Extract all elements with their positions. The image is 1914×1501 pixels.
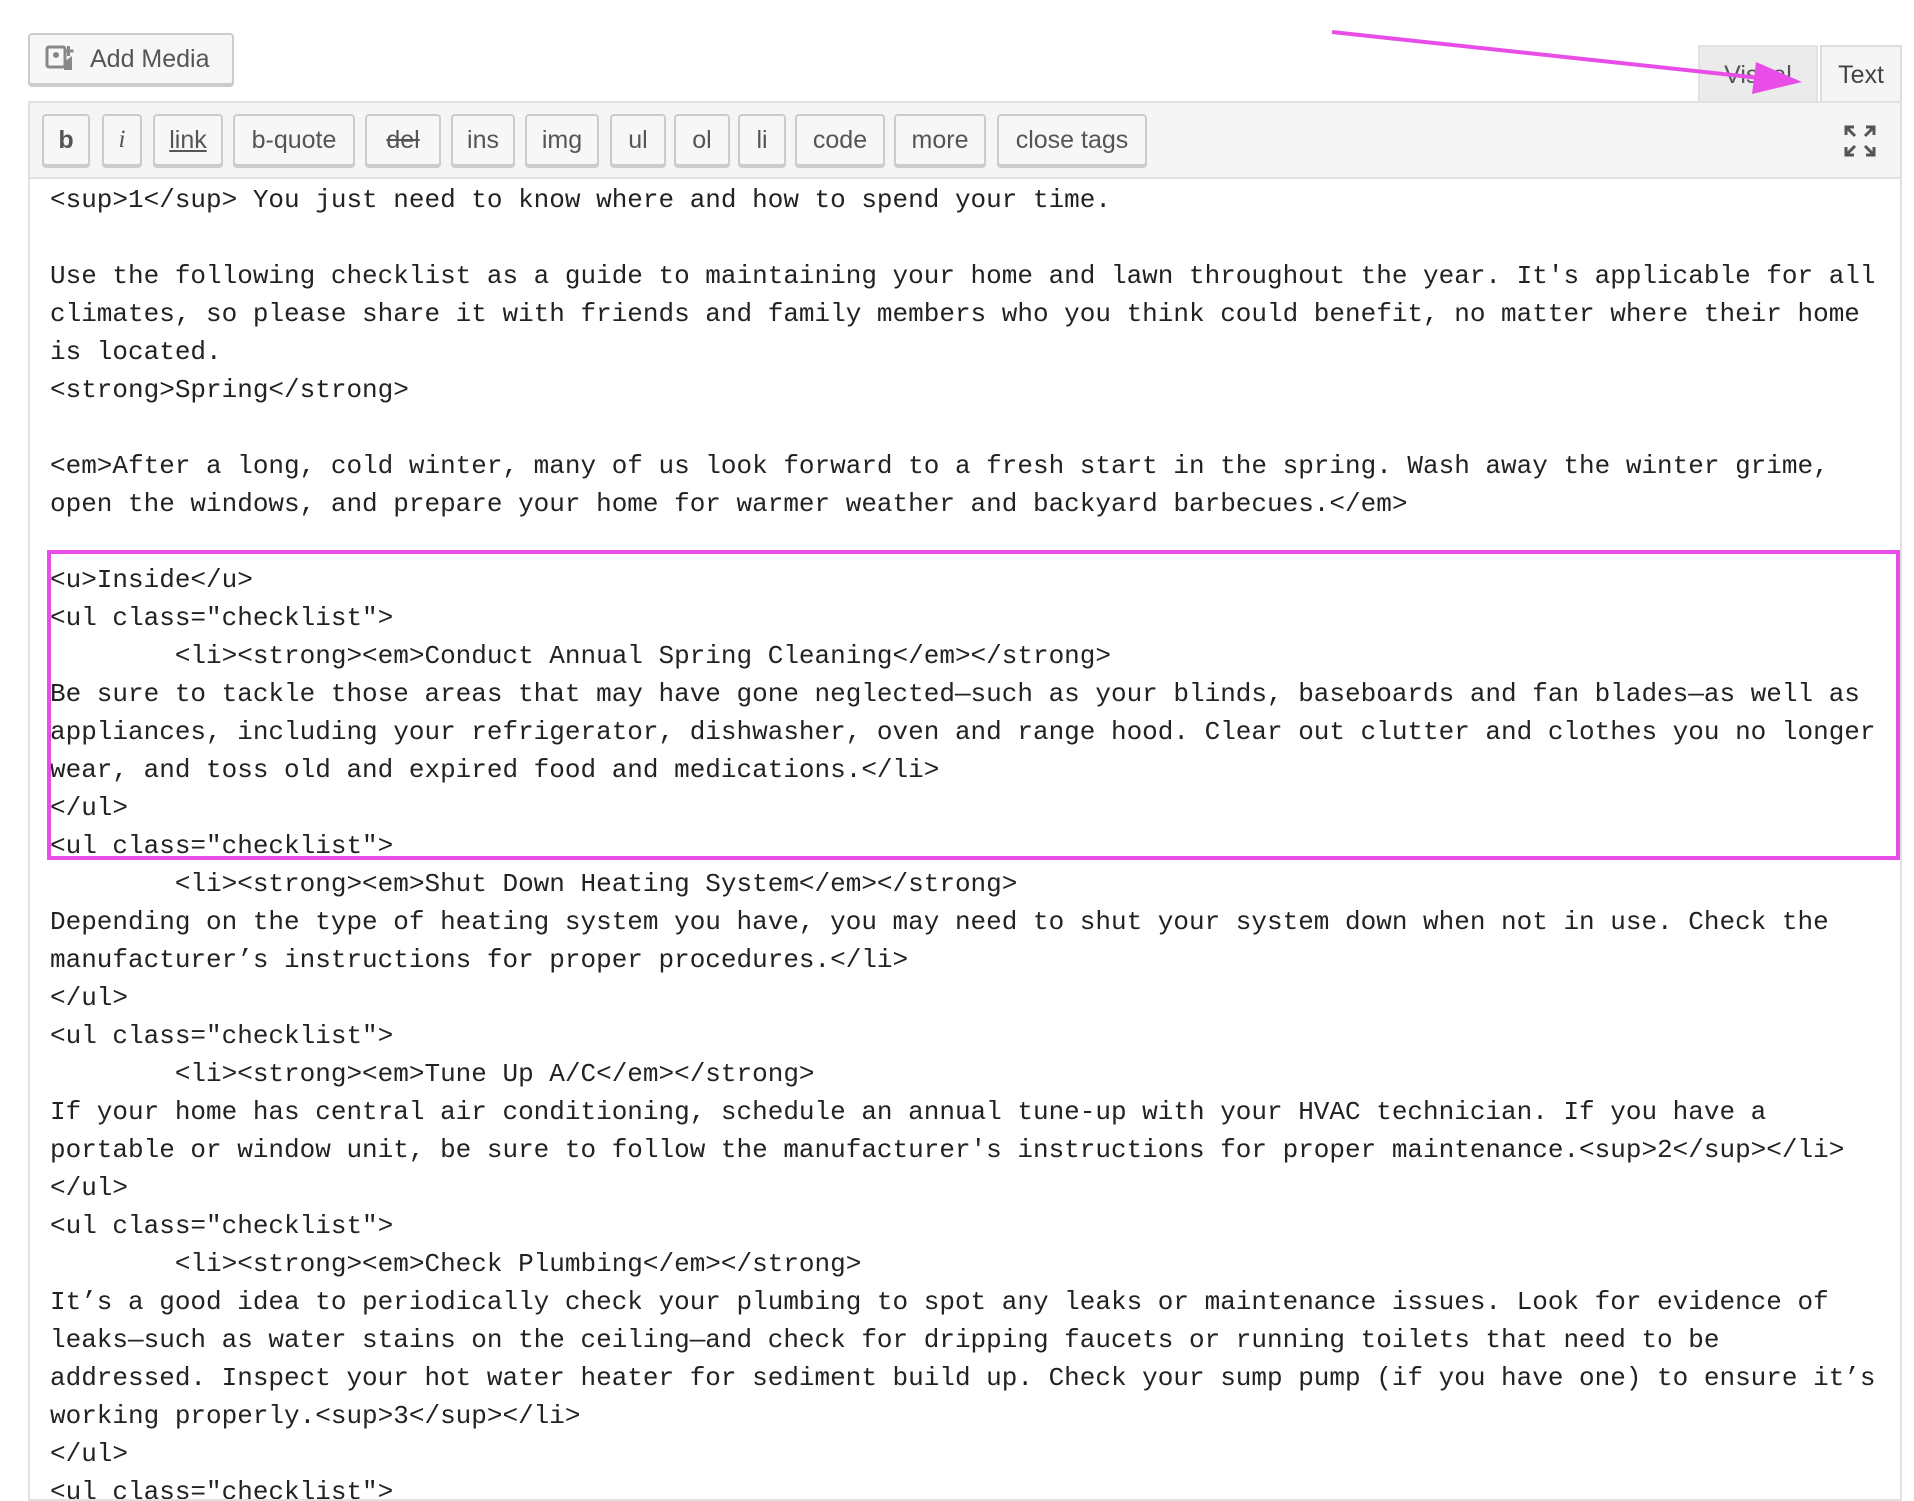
qt-link-button[interactable]: link xyxy=(153,114,223,166)
code-line: leaks—such as water stains on the ceilin… xyxy=(50,1325,1720,1355)
qt-code-label: code xyxy=(812,125,868,154)
code-line: <ul class="checklist"> xyxy=(50,1021,394,1051)
code-line: Use the following checklist as a guide t… xyxy=(50,261,1876,291)
qt-img-button[interactable]: img xyxy=(525,114,599,166)
code-line: climates, so please share it with friend… xyxy=(50,299,1860,329)
qt-li-label: li xyxy=(756,125,768,154)
qt-ins-label: ins xyxy=(467,125,499,154)
qt-italic-button[interactable]: i xyxy=(102,114,142,166)
tab-visual[interactable]: Visual xyxy=(1698,45,1818,103)
code-line: <ul class="checklist"> xyxy=(50,1211,394,1241)
qt-del-label: del xyxy=(386,125,420,154)
tab-text-label: Text xyxy=(1838,60,1884,89)
code-line: </ul> xyxy=(50,1439,129,1469)
tab-text[interactable]: Text xyxy=(1820,45,1902,103)
code-line: <sup>1</sup> You just need to know where… xyxy=(50,185,1111,215)
qt-ul-button[interactable]: ul xyxy=(610,114,666,166)
tab-visual-label: Visual xyxy=(1724,60,1792,89)
code-line: working properly.<sup>3</sup></li> xyxy=(50,1401,581,1431)
code-line: <ul class="checklist"> xyxy=(50,1477,394,1499)
code-line: <ul class="checklist"> xyxy=(50,603,394,633)
code-line: </ul> xyxy=(50,983,129,1013)
code-line: <li><strong><em>Tune Up A/C</em></strong… xyxy=(50,1059,815,1089)
code-line: <li><strong><em>Check Plumbing</em></str… xyxy=(50,1249,862,1279)
qt-link-label: link xyxy=(169,125,207,154)
code-line: It’s a good idea to periodically check y… xyxy=(50,1287,1829,1317)
qt-blockquote-button[interactable]: b-quote xyxy=(233,114,355,166)
code-line: If your home has central air conditionin… xyxy=(50,1097,1767,1127)
qt-close-tags-label: close tags xyxy=(1015,125,1129,154)
qt-ins-button[interactable]: ins xyxy=(451,114,515,166)
add-media-button[interactable]: Add Media xyxy=(28,33,234,85)
qt-italic-label: i xyxy=(118,126,126,153)
qt-bold-label: b xyxy=(58,125,74,154)
add-media-icon xyxy=(44,44,78,74)
code-textarea[interactable]: <sup>1</sup> You just need to know where… xyxy=(50,181,1880,1499)
quicktags-toolbar: b i link b-quote del ins img ul ol li co… xyxy=(30,103,1900,179)
expand-icon[interactable] xyxy=(1842,123,1878,159)
qt-img-label: img xyxy=(541,125,583,154)
qt-more-label: more xyxy=(911,125,969,154)
code-line: <strong>Spring</strong> xyxy=(50,375,409,405)
code-line: portable or window unit, be sure to foll… xyxy=(50,1135,1845,1165)
code-line: addressed. Inspect your hot water heater… xyxy=(50,1363,1876,1393)
code-line: <ul class="checklist"> xyxy=(50,831,394,861)
qt-bold-button[interactable]: b xyxy=(42,114,90,166)
code-line: is located. xyxy=(50,337,222,367)
qt-ul-label: ul xyxy=(628,125,648,154)
code-line: </ul> xyxy=(50,1173,129,1203)
code-line: appliances, including your refrigerator,… xyxy=(50,717,1876,747)
qt-blockquote-label: b-quote xyxy=(251,125,337,154)
qt-ol-button[interactable]: ol xyxy=(674,114,730,166)
qt-close-tags-button[interactable]: close tags xyxy=(997,114,1147,166)
qt-code-button[interactable]: code xyxy=(795,114,885,166)
code-line: <em>After a long, cold winter, many of u… xyxy=(50,451,1829,481)
qt-li-button[interactable]: li xyxy=(738,114,786,166)
code-line: open the windows, and prepare your home … xyxy=(50,489,1408,519)
code-line: <u>Inside</u> xyxy=(50,565,253,595)
code-line: Be sure to tackle those areas that may h… xyxy=(50,679,1860,709)
code-line: Depending on the type of heating system … xyxy=(50,907,1829,937)
text-editor: b i link b-quote del ins img ul ol li co… xyxy=(28,101,1902,1501)
code-line: wear, and toss old and expired food and … xyxy=(50,755,940,785)
code-line: <li><strong><em>Shut Down Heating System… xyxy=(50,869,1018,899)
qt-ol-label: ol xyxy=(692,125,712,154)
qt-del-button[interactable]: del xyxy=(365,114,441,166)
code-line: <li><strong><em>Conduct Annual Spring Cl… xyxy=(50,641,1111,671)
code-line: manufacturer’s instructions for proper p… xyxy=(50,945,909,975)
qt-more-button[interactable]: more xyxy=(894,114,986,166)
code-line: </ul> xyxy=(50,793,129,823)
add-media-label: Add Media xyxy=(90,44,210,73)
